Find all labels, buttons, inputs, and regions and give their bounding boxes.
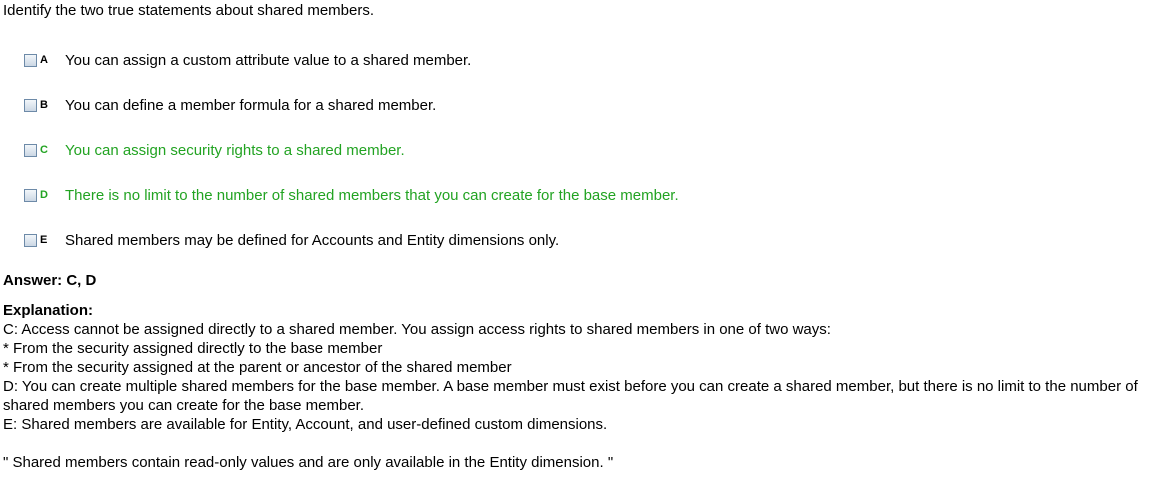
option-e[interactable]: E Shared members may be defined for Acco… — [24, 230, 559, 250]
option-c-letter: C — [40, 144, 48, 156]
option-d-letter: D — [40, 189, 48, 201]
option-d-text: There is no limit to the number of share… — [65, 186, 679, 204]
option-c-checkbox[interactable] — [24, 143, 37, 157]
explanation-title: Explanation: — [3, 302, 94, 319]
explanation-line: * From the security assigned directly to… — [3, 340, 383, 357]
answer-text: Answer: C, D — [3, 272, 97, 289]
explanation-line: * From the security assigned at the pare… — [3, 359, 512, 376]
explanation-line: D: You can create multiple shared member… — [3, 378, 1138, 414]
option-c[interactable]: C You can assign security rights to a sh… — [24, 140, 405, 160]
option-d-checkbox[interactable] — [24, 188, 37, 202]
option-b-text: You can define a member formula for a sh… — [65, 96, 437, 114]
explanation-block: Explanation: C: Access cannot be assigne… — [3, 301, 1165, 434]
option-b-letter: B — [40, 99, 48, 111]
option-a-letter: A — [40, 54, 48, 66]
quoted-statement: " Shared members contain read-only value… — [3, 454, 614, 471]
option-e-text: Shared members may be defined for Accoun… — [65, 231, 560, 249]
option-a-checkbox[interactable] — [24, 53, 37, 67]
option-a-text: You can assign a custom attribute value … — [65, 51, 472, 69]
option-a[interactable]: A You can assign a custom attribute valu… — [24, 50, 471, 70]
option-b-checkbox[interactable] — [24, 98, 37, 112]
option-d[interactable]: D There is no limit to the number of sha… — [24, 185, 679, 205]
explanation-line: C: Access cannot be assigned directly to… — [3, 321, 831, 338]
question-text: Identify the two true statements about s… — [3, 2, 375, 19]
option-e-checkbox[interactable] — [24, 233, 37, 247]
option-c-text: You can assign security rights to a shar… — [65, 141, 405, 159]
explanation-line: E: Shared members are available for Enti… — [3, 416, 608, 433]
option-e-letter: E — [40, 234, 48, 246]
option-b[interactable]: B You can define a member formula for a … — [24, 95, 436, 115]
